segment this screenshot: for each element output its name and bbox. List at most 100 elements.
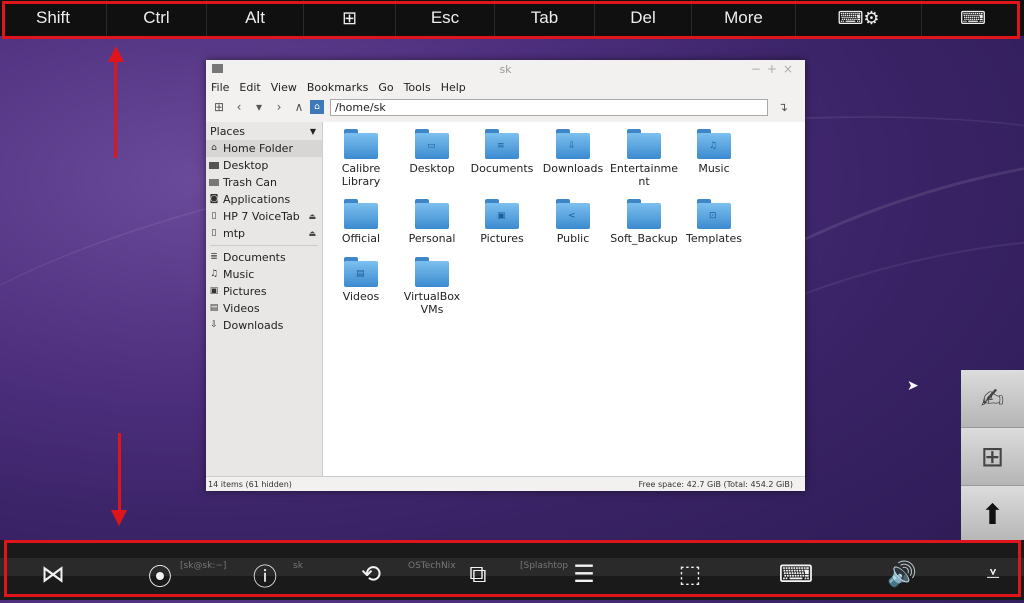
hide-icon[interactable]: ⩡	[975, 555, 1011, 593]
window-controls[interactable]: −+×	[751, 62, 799, 76]
menu-go[interactable]: Go	[378, 81, 393, 94]
downloads-icon: ⇩	[210, 320, 218, 330]
history-dropdown-icon[interactable]: ▾	[250, 98, 268, 116]
folder-icon	[344, 129, 378, 159]
folder-icon	[627, 199, 661, 229]
side-control-panel: ✍ ⊞ ⬆	[961, 370, 1024, 544]
sidebar-item-home[interactable]: ⌂ Home Folder	[206, 140, 322, 157]
folder-icon: ⊡	[697, 199, 731, 229]
taskbar-item: sk	[293, 561, 303, 571]
scroll-up-icon[interactable]: ⬆	[961, 486, 1024, 544]
keyboard-text-icon[interactable]: ⌨	[778, 555, 814, 593]
folder-label: Documents	[470, 162, 534, 175]
sidebar-item-downloads[interactable]: ⇩ Downloads	[206, 317, 322, 334]
places-label: Places	[210, 124, 245, 138]
folder-item-documents[interactable]: ≡ Documents	[467, 129, 537, 175]
shift-key[interactable]: Shift	[0, 0, 107, 36]
sidebar-item-trash[interactable]: Trash Can	[206, 174, 322, 191]
menu-bookmarks[interactable]: Bookmarks	[307, 81, 368, 94]
menu-file[interactable]: File	[211, 81, 229, 94]
more-key[interactable]: More	[692, 0, 796, 36]
folder-item-pictures[interactable]: ▣ Pictures	[467, 199, 537, 245]
sidebar-item-music[interactable]: ♫ Music	[206, 266, 322, 283]
folder-label: Pictures	[480, 232, 524, 245]
arrow-up-shaft	[114, 60, 117, 158]
windows-switch-icon[interactable]: ⊞	[961, 428, 1024, 486]
device-icon: ▯	[211, 211, 217, 221]
folder-item-soft-backup[interactable]: Soft_Backup	[609, 199, 679, 245]
go-icon[interactable]: ↴	[774, 98, 792, 116]
folder-item-public[interactable]: < Public	[538, 199, 608, 245]
menu-edit[interactable]: Edit	[239, 81, 260, 94]
home-icon[interactable]: ⌂	[310, 100, 324, 114]
folder-item-entertainment[interactable]: Entertainment	[609, 129, 679, 188]
folder-label: Videos	[342, 290, 380, 303]
alt-key[interactable]: Alt	[207, 0, 304, 36]
chevron-down-icon[interactable]: ▼	[310, 127, 316, 136]
menu-icon[interactable]: ☰	[566, 555, 602, 593]
sidebar-item-videos[interactable]: ▤ Videos	[206, 300, 322, 317]
windows-key[interactable]: ⊞	[304, 0, 396, 36]
esc-key[interactable]: Esc	[396, 0, 495, 36]
folder-item-calibre-library[interactable]: Calibre Library	[326, 129, 396, 188]
virtual-key-bar: Shift Ctrl Alt ⊞ Esc Tab Del More ⌨⚙ ⌨	[0, 0, 1024, 36]
sidebar-item-applications[interactable]: ◙ Applications	[206, 191, 322, 208]
screen-switch-icon[interactable]: ⧉	[460, 555, 496, 593]
up-icon[interactable]: ∧	[290, 98, 308, 116]
eject-icon[interactable]: ⏏	[308, 229, 316, 238]
sidebar-item-desktop[interactable]: Desktop	[206, 157, 322, 174]
select-cursor-icon[interactable]: ⬚	[672, 555, 708, 593]
pictures-icon: ▣	[209, 286, 219, 296]
menu-view[interactable]: View	[271, 81, 297, 94]
eject-icon[interactable]: ⏏	[308, 212, 316, 221]
close-keyboard-icon[interactable]: ⋈	[35, 555, 71, 593]
ctrl-key[interactable]: Ctrl	[107, 0, 207, 36]
menu-tools[interactable]: Tools	[404, 81, 431, 94]
folder-icon: ≡	[485, 129, 519, 159]
title-bar: sk −+×	[206, 60, 805, 78]
folder-item-desktop[interactable]: ▭ Desktop	[397, 129, 467, 175]
sidebar-item-mtp[interactable]: ▯ mtp ⏏	[206, 225, 322, 242]
sidebar-item-label: mtp	[223, 227, 246, 240]
rotation-lock-icon[interactable]: ⟲	[353, 555, 389, 593]
menu-help[interactable]: Help	[441, 81, 466, 94]
forward-icon[interactable]: ›	[270, 98, 288, 116]
folder-item-virtualbox-vms[interactable]: VirtualBox VMs	[397, 257, 467, 316]
folder-icon: ▤	[344, 257, 378, 287]
folder-item-music[interactable]: ♫ Music	[679, 129, 749, 175]
help-icon[interactable]: ⓘ	[247, 555, 283, 593]
folder-icon: ▭	[415, 129, 449, 159]
path-input[interactable]: /home/sk	[330, 98, 768, 116]
applications-icon: ◙	[209, 194, 219, 204]
folder-icon	[415, 257, 449, 287]
tab-key[interactable]: Tab	[495, 0, 595, 36]
sidebar-item-documents[interactable]: ≣ Documents	[206, 249, 322, 266]
sidebar-item-pictures[interactable]: ▣ Pictures	[206, 283, 322, 300]
folder-icon: ▣	[485, 199, 519, 229]
gesture-icon[interactable]: ✍	[961, 370, 1024, 428]
del-key[interactable]: Del	[595, 0, 692, 36]
folder-item-official[interactable]: Official	[326, 199, 396, 245]
taskbar-item: [sk@sk:~]	[180, 561, 227, 571]
new-tab-icon[interactable]: ⊞	[210, 98, 228, 116]
folder-icon: ♫	[697, 129, 731, 159]
folder-icon	[415, 199, 449, 229]
folder-item-downloads[interactable]: ⇩ Downloads	[538, 129, 608, 175]
back-icon[interactable]: ‹	[230, 98, 248, 116]
volume-icon[interactable]: 🔊	[884, 555, 920, 593]
trash-icon	[209, 179, 219, 186]
sidebar-item-label: Applications	[223, 193, 291, 206]
taskbar-item: OSTechNix	[408, 561, 456, 571]
keyboard-settings-key[interactable]: ⌨⚙	[796, 0, 922, 36]
folder-icon: ⇩	[556, 129, 590, 159]
folder-item-videos[interactable]: ▤ Videos	[326, 257, 396, 303]
folder-icon: <	[556, 199, 590, 229]
places-header[interactable]: Places ▼	[206, 122, 322, 140]
folder-item-personal[interactable]: Personal	[397, 199, 467, 245]
folder-item-templates[interactable]: ⊡ Templates	[679, 199, 749, 245]
record-icon[interactable]: ⦿	[142, 555, 178, 593]
keyboard-key[interactable]: ⌨	[922, 0, 1024, 36]
desktop-icon	[209, 162, 219, 169]
folder-label: Entertainment	[609, 162, 679, 188]
sidebar-item-hp-voicetab[interactable]: ▯ HP 7 VoiceTab ⏏	[206, 208, 322, 225]
